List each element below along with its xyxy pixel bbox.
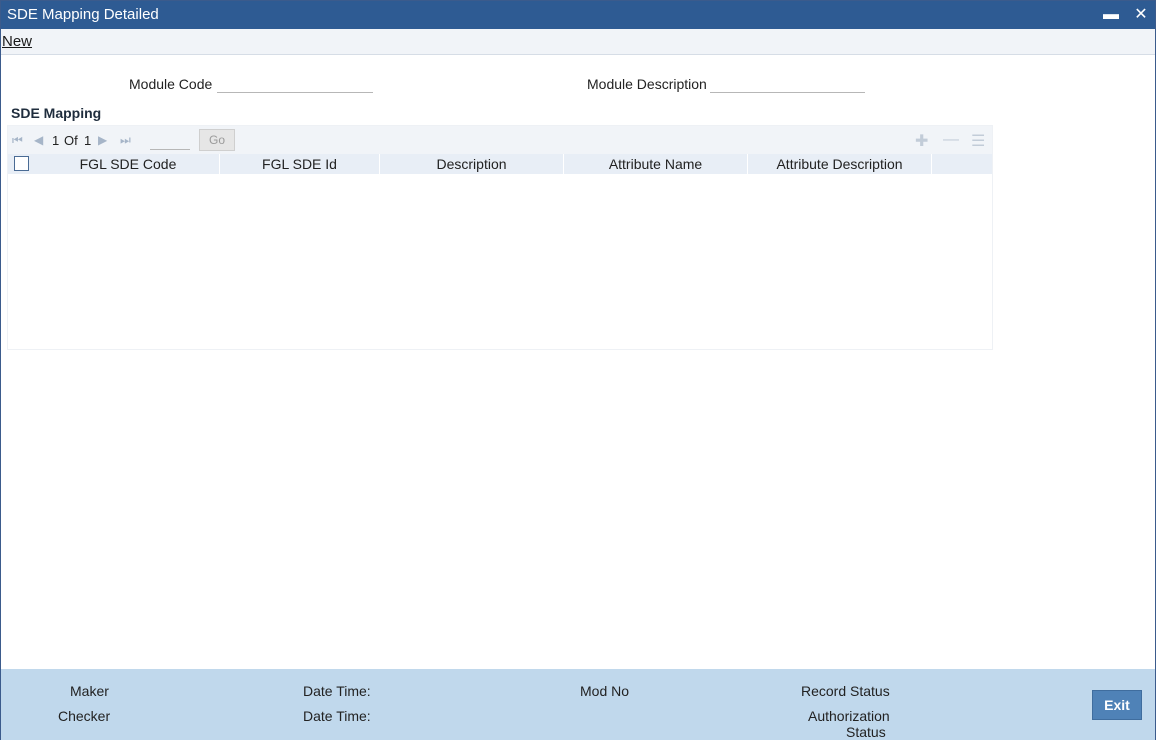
pager-current: 1 [52,133,60,148]
column-header-description[interactable]: Description [380,154,564,174]
exit-button[interactable]: Exit [1092,690,1142,720]
new-menu-item[interactable]: New [2,33,32,50]
column-header-attribute-name[interactable]: Attribute Name [564,154,748,174]
sde-mapping-window: SDE Mapping Detailed ▬ ✕ New Module Code… [0,0,1156,740]
audit-footer: Maker Checker Date Time: Date Time: Mod … [1,669,1155,740]
module-description-label: Module Description [587,76,707,92]
sde-mapping-grid: ⏮ ◀ 1 Of 1 ▶ ⏭ Go ✚ — ☰ FGL SDE Code FGL… [7,125,993,350]
module-code-label: Module Code [129,76,213,92]
select-all-checkbox[interactable] [14,156,29,171]
authorization-status-label: Status [846,724,886,740]
pager-total: 1 [84,133,92,148]
mod-no-label: Mod No [580,683,630,699]
grid-header: FGL SDE Code FGL SDE Id Description Attr… [8,154,992,174]
window-title: SDE Mapping Detailed [7,6,159,23]
module-code-input[interactable] [217,71,373,93]
menu-bar: New [1,29,1155,55]
checker-label: Checker [58,708,111,724]
record-status-label: Record Status [801,683,890,699]
last-page-icon[interactable]: ⏭ [120,133,131,148]
delete-row-icon[interactable]: — [943,131,959,149]
column-header-fgl-sde-code[interactable]: FGL SDE Code [37,154,220,174]
column-header-attribute-description[interactable]: Attribute Description [748,154,932,174]
module-description-input[interactable] [710,71,865,93]
minimize-icon[interactable]: ▬ [1101,5,1121,25]
maker-date-time-label: Date Time: [303,683,371,699]
grid-toolbar: ⏮ ◀ 1 Of 1 ▶ ⏭ Go ✚ — ☰ [8,126,992,154]
title-bar: SDE Mapping Detailed ▬ ✕ [1,1,1155,29]
pager-of-label: Of [64,133,78,148]
add-row-icon[interactable]: ✚ [915,131,928,151]
page-number-input[interactable] [150,130,190,150]
first-page-icon[interactable]: ⏮ [12,133,23,148]
checker-date-time-label: Date Time: [303,708,371,724]
view-list-icon[interactable]: ☰ [971,131,985,151]
previous-page-icon[interactable]: ◀ [34,133,43,147]
next-page-icon[interactable]: ▶ [98,133,107,147]
maker-label: Maker [70,683,109,699]
column-header-fgl-sde-id[interactable]: FGL SDE Id [220,154,380,174]
authorization-label: Authorization [808,708,890,724]
sde-mapping-section-title: SDE Mapping [11,105,102,121]
go-button[interactable]: Go [199,129,235,151]
close-icon[interactable]: ✕ [1131,5,1151,25]
